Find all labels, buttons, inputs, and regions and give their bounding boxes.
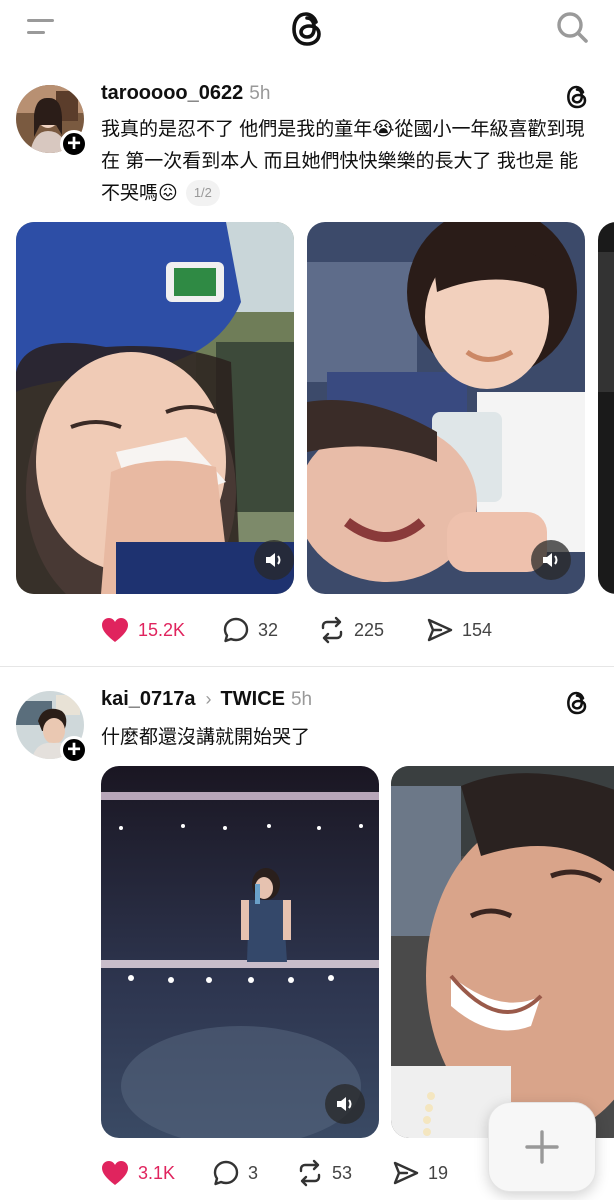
compose-button[interactable]	[488, 1102, 596, 1192]
post-body: 什麼都還沒講就開始哭了	[101, 727, 311, 748]
volume-icon[interactable]	[325, 1084, 365, 1124]
threads-logo-icon[interactable]	[564, 689, 590, 717]
post-time: 5h	[290, 689, 313, 710]
repost-count: 53	[332, 1162, 353, 1183]
chevron-right-icon: ›	[205, 689, 212, 709]
heart-icon	[102, 1161, 128, 1185]
post-2: + kai_0717a › TWICE 5h 什麼都還沒講就開始哭了 3.1K …	[0, 0, 614, 1200]
share-count: 19	[428, 1162, 449, 1183]
comment-button[interactable]: 3	[212, 1157, 258, 1189]
share-button[interactable]: 19	[392, 1157, 448, 1189]
repost-button[interactable]: 53	[296, 1157, 352, 1189]
community-tag[interactable]: TWICE	[221, 688, 285, 711]
crying-fan-photo	[391, 766, 614, 1138]
repost-icon	[299, 1159, 321, 1187]
follow-plus-button[interactable]: +	[60, 736, 88, 764]
like-button[interactable]: 3.1K	[100, 1157, 175, 1189]
media-image[interactable]	[391, 766, 614, 1138]
username[interactable]: kai_0717a	[101, 688, 196, 711]
comment-icon	[213, 1160, 239, 1186]
like-count: 3.1K	[138, 1162, 176, 1183]
plus-icon	[525, 1130, 559, 1164]
send-icon	[393, 1161, 419, 1185]
media-image[interactable]	[101, 766, 379, 1138]
comment-count: 3	[248, 1162, 259, 1183]
concert-stage-photo	[101, 766, 379, 1138]
